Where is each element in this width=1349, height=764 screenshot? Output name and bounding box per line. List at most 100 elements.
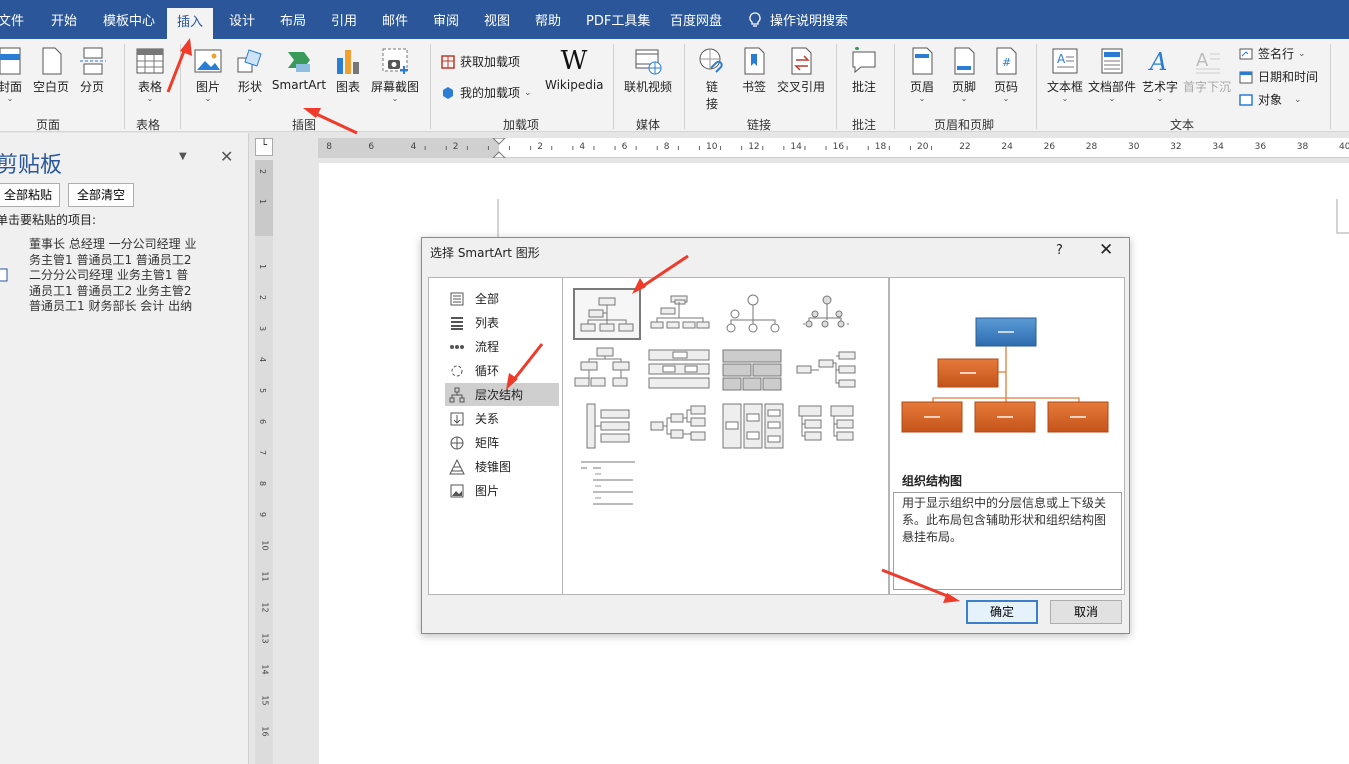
category-relationship[interactable]: 关系: [445, 407, 559, 430]
tab-insert[interactable]: 插入: [167, 8, 214, 39]
smartart-icon: [288, 52, 310, 72]
layout-architecture[interactable]: [573, 402, 641, 454]
clipboard-item[interactable]: 董事长 总经理 一分公司经理 业 务主管1 普通员工1 普通员工2 二分分公司经…: [29, 237, 224, 315]
layout-half-circle-org-chart[interactable]: [721, 290, 789, 342]
comment-button[interactable]: 批注: [848, 46, 880, 95]
blank-page-button[interactable]: 空白页: [30, 46, 72, 95]
layout-name-and-title-org-chart[interactable]: [647, 290, 715, 342]
bookmark-button[interactable]: 书签: [738, 46, 770, 95]
layout-horizontal-org-chart[interactable]: [795, 346, 863, 398]
tab-review[interactable]: 审阅: [433, 0, 459, 39]
cross-reference-button[interactable]: 交叉引用: [774, 46, 828, 95]
calendar-icon: [1239, 71, 1253, 83]
organization-chart-thumbnail: [580, 297, 634, 332]
tab-help[interactable]: 帮助: [535, 0, 561, 39]
tab-view[interactable]: 视图: [484, 0, 510, 39]
tab-template-center[interactable]: 模板中心: [103, 0, 155, 39]
date-time-button[interactable]: 日期和时间: [1238, 68, 1318, 85]
layout-hierarchy-list[interactable]: [795, 402, 863, 454]
get-addins-button[interactable]: 获取加载项: [440, 53, 520, 70]
tab-baidu-netdisk[interactable]: 百度网盘: [670, 0, 722, 39]
layout-lined-list[interactable]: [573, 458, 641, 510]
cover-page-button[interactable]: 封面 ⌄: [0, 46, 30, 103]
category-label: 图片: [475, 484, 500, 498]
page-break-button[interactable]: 分页: [76, 46, 108, 95]
tab-layout[interactable]: 布局: [280, 0, 306, 39]
object-button[interactable]: 对象 ⌄: [1238, 91, 1302, 108]
group-divider: [1036, 44, 1037, 129]
ruler-label: 12: [748, 142, 760, 152]
ok-button[interactable]: 确定: [966, 600, 1038, 624]
text-box-button[interactable]: A 文本框 ⌄: [1044, 46, 1086, 103]
wikipedia-button[interactable]: W Wikipedia: [545, 46, 604, 92]
process-icon: [450, 344, 464, 349]
picture-button[interactable]: 图片 ⌄: [192, 46, 224, 103]
pyramid-icon: [449, 458, 465, 474]
help-button[interactable]: ?: [1056, 243, 1063, 258]
category-matrix[interactable]: 矩阵: [445, 431, 559, 454]
category-process[interactable]: 流程: [445, 335, 559, 358]
page-number-button[interactable]: # 页码 ⌄: [990, 46, 1022, 103]
smartart-button[interactable]: SmartArt: [271, 46, 327, 92]
screenshot-button[interactable]: 屏幕截图 ⌄: [370, 46, 420, 103]
ribbon-tab-bar: 文件 开始 模板中心 插入 设计 布局 引用 邮件 审阅 视图 帮助 PDF工具…: [0, 0, 1349, 39]
lightbulb-icon: [749, 12, 761, 27]
category-picture[interactable]: 图片: [445, 479, 559, 502]
my-addins-button[interactable]: 我的加载项 ⌄: [440, 84, 532, 101]
group-divider: [430, 44, 431, 129]
link-button[interactable]: 链 接: [696, 46, 728, 112]
tab-references[interactable]: 引用: [331, 0, 357, 39]
layout-hierarchy[interactable]: [573, 346, 641, 398]
cancel-button[interactable]: 取消: [1050, 600, 1122, 624]
close-pane-icon[interactable]: ✕: [220, 147, 233, 166]
wordart-button[interactable]: A 艺术字 ⌄: [1140, 46, 1180, 103]
drop-cap-button[interactable]: A 首字下沉: [1182, 46, 1232, 95]
pane-options-icon[interactable]: ▼: [179, 151, 187, 162]
tab-file[interactable]: 文件: [0, 0, 24, 39]
hierarchy-icon: [449, 387, 465, 402]
ruler-label: 2: [537, 142, 543, 152]
layout-horizontal-hierarchy[interactable]: [647, 402, 715, 454]
footer-button[interactable]: 页脚 ⌄: [948, 46, 980, 103]
tab-selector[interactable]: └: [255, 138, 273, 156]
category-hierarchy[interactable]: 层次结构: [445, 383, 559, 406]
tab-home[interactable]: 开始: [51, 0, 77, 39]
chart-button[interactable]: 图表: [333, 46, 363, 95]
layout-circle-picture-hierarchy[interactable]: [795, 290, 863, 342]
layout-table-hierarchy[interactable]: [721, 346, 789, 398]
group-divider: [684, 44, 685, 129]
layout-labeled-hierarchy[interactable]: [647, 346, 715, 398]
category-cycle[interactable]: 循环: [445, 359, 559, 382]
layout-horizontal-labeled-hierarchy[interactable]: [721, 402, 789, 454]
horizontal-org-chart-thumbnail: [796, 351, 856, 388]
ruler-label: 16: [260, 726, 270, 737]
labeled-hierarchy-thumbnail: [648, 349, 710, 389]
bookmark-icon: [744, 47, 765, 75]
blank-page-icon: [42, 47, 62, 75]
horizontal-ruler[interactable]: 8 6 4 2 2 4 6 8 10 12 14 16 18 20 22 24 26 28 30 32 34 36 38 40: [318, 138, 1349, 158]
vertical-ruler[interactable]: 2 1 1 2 3 4 5 6 7 8 9 10 11 12 13 14 15 16: [255, 160, 273, 764]
header-button[interactable]: 页眉 ⌄: [906, 46, 938, 103]
lined-list-thumbnail: [581, 461, 635, 505]
paste-all-button[interactable]: 全部粘贴: [0, 183, 60, 207]
close-dialog-button[interactable]: ✕: [1099, 240, 1113, 260]
bookmark-label: 书签: [741, 80, 766, 94]
online-video-button[interactable]: 联机视频: [622, 46, 674, 95]
tab-mailings[interactable]: 邮件: [382, 0, 408, 39]
shapes-button[interactable]: 形状 ⌄: [234, 46, 266, 103]
group-divider: [613, 44, 614, 129]
link-icon: [699, 48, 723, 73]
table-button[interactable]: 表格 ⌄: [134, 46, 166, 103]
signature-line-button[interactable]: 签名行 ⌄: [1238, 45, 1306, 62]
ruler-label: 24: [1001, 142, 1013, 152]
layout-organization-chart[interactable]: [573, 288, 641, 340]
category-all[interactable]: 全部: [445, 287, 559, 310]
category-pyramid[interactable]: 棱锥图: [445, 455, 559, 478]
tell-me-search[interactable]: 操作说明搜索: [748, 0, 848, 39]
group-divider: [836, 44, 837, 129]
quick-parts-button[interactable]: 文档部件 ⌄: [1086, 46, 1138, 103]
tab-design[interactable]: 设计: [229, 0, 255, 39]
tab-pdf-tools[interactable]: PDF工具集: [586, 0, 650, 39]
clear-all-button[interactable]: 全部清空: [68, 183, 134, 207]
category-list-layouts[interactable]: 列表: [445, 311, 559, 334]
